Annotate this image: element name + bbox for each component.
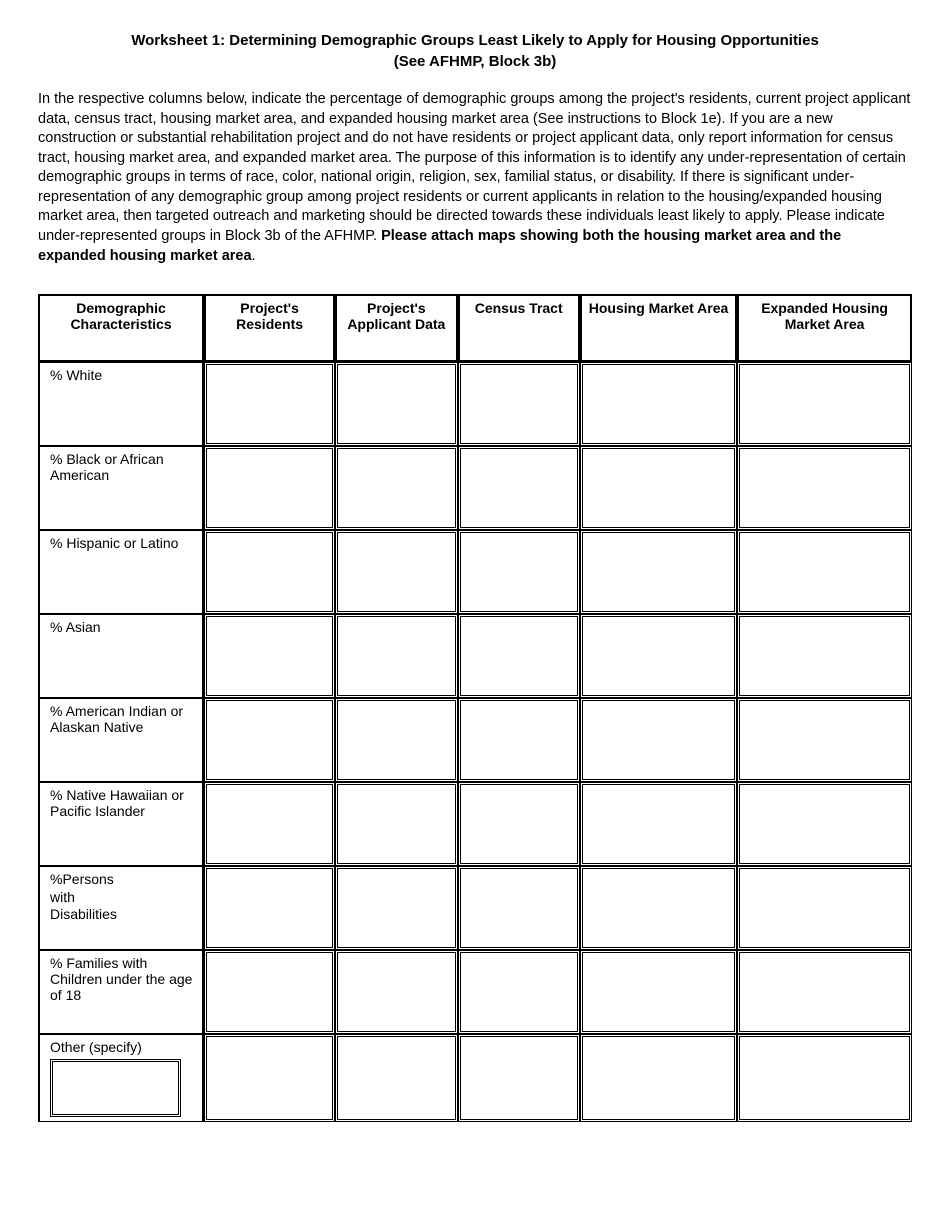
data-cell[interactable] — [580, 614, 737, 698]
data-cell[interactable] — [335, 866, 457, 950]
data-cell[interactable] — [458, 614, 580, 698]
row-label-text: % Native Hawaiian or Pacific Islander — [50, 787, 184, 819]
table-row: % Families with Children under the age o… — [38, 950, 912, 1034]
row-label: % American Indian or Alaskan Native — [38, 698, 204, 782]
intro-paragraph: In the respective columns below, indicat… — [38, 90, 912, 266]
data-cell[interactable] — [580, 446, 737, 530]
data-cell[interactable] — [458, 866, 580, 950]
table-row: % Native Hawaiian or Pacific Islander — [38, 782, 912, 866]
data-cell[interactable] — [580, 950, 737, 1034]
table-row: % American Indian or Alaskan Native — [38, 698, 912, 782]
data-cell[interactable] — [737, 782, 912, 866]
data-cell[interactable] — [204, 362, 335, 446]
data-cell[interactable] — [204, 782, 335, 866]
row-label-text: % Asian — [50, 619, 101, 635]
row-label: % Black or African American — [38, 446, 204, 530]
row-label-text: %Persons with Disabilities — [50, 871, 140, 924]
data-cell[interactable] — [580, 362, 737, 446]
data-cell[interactable] — [458, 698, 580, 782]
row-label-text: Other (specify) — [50, 1039, 142, 1055]
row-label-text: % Families with Children under the age o… — [50, 955, 192, 1003]
data-cell[interactable] — [335, 1034, 457, 1122]
header-census-tract: Census Tract — [458, 294, 580, 362]
worksheet-title: Worksheet 1: Determining Demographic Gro… — [38, 30, 912, 72]
row-label: % Hispanic or Latino — [38, 530, 204, 614]
table-header-row: Demographic Characteristics Project's Re… — [38, 294, 912, 362]
intro-period: . — [252, 248, 256, 264]
table-row: %Persons with Disabilities — [38, 866, 912, 950]
row-label: % White — [38, 362, 204, 446]
data-cell[interactable] — [458, 362, 580, 446]
data-cell[interactable] — [737, 950, 912, 1034]
data-cell[interactable] — [737, 866, 912, 950]
row-label: Other (specify) — [38, 1034, 204, 1122]
table-row: % Black or African American — [38, 446, 912, 530]
data-cell[interactable] — [458, 782, 580, 866]
data-cell[interactable] — [580, 698, 737, 782]
row-label-text: % White — [50, 367, 102, 383]
row-label-text: % American Indian or Alaskan Native — [50, 703, 183, 735]
row-label: % Families with Children under the age o… — [38, 950, 204, 1034]
data-cell[interactable] — [458, 446, 580, 530]
data-cell[interactable] — [335, 614, 457, 698]
data-cell[interactable] — [335, 446, 457, 530]
data-cell[interactable] — [204, 866, 335, 950]
data-cell[interactable] — [204, 950, 335, 1034]
data-cell[interactable] — [204, 614, 335, 698]
title-line2: (See AFHMP, Block 3b) — [394, 53, 557, 70]
data-cell[interactable] — [335, 362, 457, 446]
data-cell[interactable] — [204, 1034, 335, 1122]
title-line1: Worksheet 1: Determining Demographic Gro… — [131, 32, 819, 49]
intro-text: In the respective columns below, indicat… — [38, 91, 910, 244]
table-row: % White — [38, 362, 912, 446]
table-row: % Asian — [38, 614, 912, 698]
data-cell[interactable] — [458, 1034, 580, 1122]
row-label: % Native Hawaiian or Pacific Islander — [38, 782, 204, 866]
header-applicant-data: Project's Applicant Data — [335, 294, 457, 362]
data-cell[interactable] — [204, 446, 335, 530]
data-cell[interactable] — [335, 698, 457, 782]
data-cell[interactable] — [335, 950, 457, 1034]
data-cell[interactable] — [335, 530, 457, 614]
header-housing-market: Housing Market Area — [580, 294, 737, 362]
data-cell[interactable] — [580, 1034, 737, 1122]
data-cell[interactable] — [458, 530, 580, 614]
data-cell[interactable] — [737, 362, 912, 446]
data-cell[interactable] — [580, 782, 737, 866]
data-cell[interactable] — [737, 1034, 912, 1122]
header-residents: Project's Residents — [204, 294, 335, 362]
row-label-text: % Black or African American — [50, 451, 164, 483]
header-expanded-market: Expanded Housing Market Area — [737, 294, 912, 362]
data-cell[interactable] — [737, 446, 912, 530]
data-cell[interactable] — [204, 698, 335, 782]
data-cell[interactable] — [737, 614, 912, 698]
data-cell[interactable] — [335, 782, 457, 866]
other-specify-input[interactable] — [50, 1059, 181, 1117]
data-cell[interactable] — [737, 698, 912, 782]
data-cell[interactable] — [458, 950, 580, 1034]
table-row: % Hispanic or Latino — [38, 530, 912, 614]
data-cell[interactable] — [580, 530, 737, 614]
row-label: % Asian — [38, 614, 204, 698]
row-label-text: % Hispanic or Latino — [50, 535, 178, 551]
data-cell[interactable] — [580, 866, 737, 950]
row-label: %Persons with Disabilities — [38, 866, 204, 950]
demographic-table: Demographic Characteristics Project's Re… — [38, 294, 912, 1122]
table-row: Other (specify) — [38, 1034, 912, 1122]
data-cell[interactable] — [204, 530, 335, 614]
header-demographic: Demographic Characteristics — [38, 294, 204, 362]
data-cell[interactable] — [737, 530, 912, 614]
